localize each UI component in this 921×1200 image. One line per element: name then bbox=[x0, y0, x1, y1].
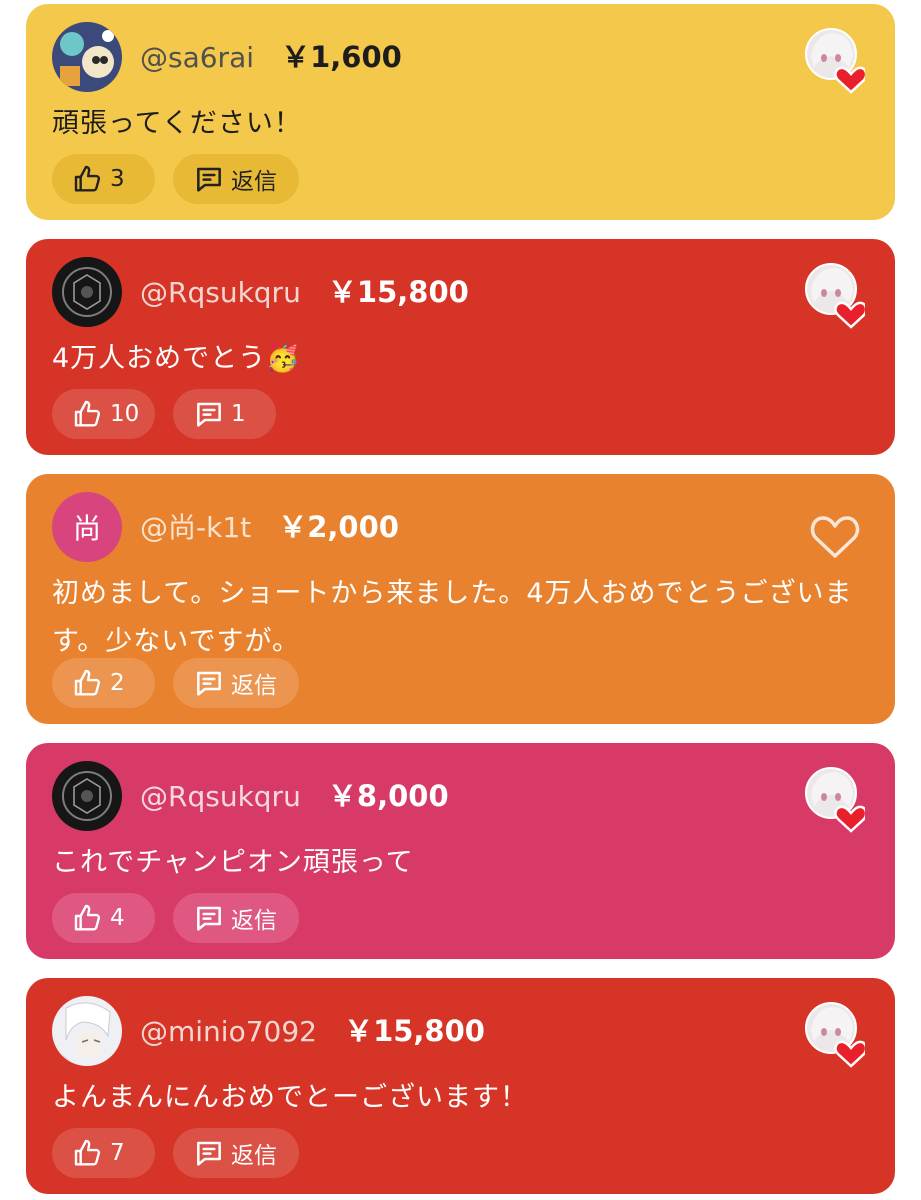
heart-icon bbox=[834, 66, 868, 94]
reply-label: 返信 bbox=[231, 908, 277, 934]
thumbs-up-icon bbox=[74, 1139, 101, 1166]
like-button[interactable]: 3 bbox=[52, 154, 155, 204]
comment-icon bbox=[197, 906, 221, 931]
like-count: 4 bbox=[110, 905, 125, 931]
comment-actions: 7 返信 bbox=[52, 1128, 299, 1178]
heart-icon bbox=[834, 1040, 868, 1068]
thumbs-up-icon bbox=[74, 669, 101, 696]
like-count: 2 bbox=[110, 670, 125, 696]
user-avatar[interactable] bbox=[52, 257, 122, 327]
comment-text: これでチャンピオン頑張って bbox=[52, 847, 414, 878]
reply-button[interactable]: 返信 bbox=[173, 1128, 299, 1178]
super-chat-card: @minio7092 ￥15,800 よんまんにんおめでとーございます！ 7 返… bbox=[26, 978, 895, 1194]
heart-outline-button[interactable] bbox=[805, 512, 865, 578]
creator-heart-badge[interactable] bbox=[805, 767, 868, 833]
comment-text: 頑張ってください！ bbox=[52, 108, 302, 139]
tip-amount: ￥15,800 bbox=[344, 1014, 485, 1048]
reply-label: 返信 bbox=[231, 169, 277, 195]
reply-button[interactable]: 1 bbox=[173, 389, 276, 439]
comment-actions: 4 返信 bbox=[52, 893, 299, 943]
thumbs-up-icon bbox=[74, 165, 101, 192]
user-avatar[interactable]: 尚 bbox=[52, 492, 122, 562]
comment-text: よんまんにんおめでとーございます！ bbox=[52, 1082, 528, 1113]
like-button[interactable]: 7 bbox=[52, 1128, 155, 1178]
comment-actions: 10 1 bbox=[52, 389, 276, 439]
comment-header: @sa6rai ￥1,600 bbox=[140, 36, 402, 78]
comment-icon bbox=[197, 1141, 221, 1166]
username-link[interactable]: @minio7092 bbox=[140, 1015, 317, 1048]
like-button[interactable]: 10 bbox=[52, 389, 155, 439]
comment-header: @Rqsukqru ￥15,800 bbox=[140, 271, 469, 313]
thumbs-up-icon bbox=[74, 904, 101, 931]
comment-header: @Rqsukqru ￥8,000 bbox=[140, 775, 449, 817]
creator-heart-badge[interactable] bbox=[805, 1002, 868, 1068]
comment-icon bbox=[197, 167, 221, 192]
comment-actions: 2 返信 bbox=[52, 658, 299, 708]
heart-outline-icon bbox=[810, 516, 860, 558]
username-link[interactable]: @尚-k1t bbox=[140, 511, 251, 544]
username-link[interactable]: @Rqsukqru bbox=[140, 276, 301, 309]
creator-heart-badge[interactable] bbox=[805, 263, 868, 329]
user-avatar[interactable] bbox=[52, 761, 122, 831]
comment-actions: 3 返信 bbox=[52, 154, 299, 204]
username-link[interactable]: @Rqsukqru bbox=[140, 780, 301, 813]
tip-amount: ￥15,800 bbox=[327, 275, 469, 309]
reply-button[interactable]: 返信 bbox=[173, 154, 299, 204]
reply-label: 返信 bbox=[231, 1143, 277, 1169]
comment-header: @尚-k1t ￥2,000 bbox=[140, 506, 399, 548]
like-count: 3 bbox=[110, 166, 125, 192]
user-avatar[interactable] bbox=[52, 996, 122, 1066]
reply-count: 1 bbox=[231, 401, 246, 427]
super-chat-card: 尚 @尚-k1t ￥2,000 初めまして。ショートから来ました。4万人おめでと… bbox=[26, 474, 895, 724]
super-chat-card: @Rqsukqru ￥15,800 4万人おめでとう🥳 10 1 bbox=[26, 239, 895, 455]
creator-heart-badge[interactable] bbox=[805, 28, 868, 94]
heart-icon bbox=[834, 301, 868, 329]
like-count: 7 bbox=[110, 1140, 125, 1166]
reply-button[interactable]: 返信 bbox=[173, 893, 299, 943]
tip-amount: ￥2,000 bbox=[278, 510, 399, 544]
like-button[interactable]: 2 bbox=[52, 658, 155, 708]
reply-button[interactable]: 返信 bbox=[173, 658, 299, 708]
heart-icon bbox=[834, 805, 868, 833]
comment-text: 初めまして。ショートから来ました。4万人おめでとうございます。少ないですが。 bbox=[52, 578, 853, 657]
tip-amount: ￥8,000 bbox=[327, 779, 449, 813]
like-button[interactable]: 4 bbox=[52, 893, 155, 943]
username-link[interactable]: @sa6rai bbox=[140, 41, 254, 74]
comment-icon bbox=[197, 402, 221, 427]
reply-label: 返信 bbox=[231, 673, 277, 699]
super-chat-card: @Rqsukqru ￥8,000 これでチャンピオン頑張って 4 返信 bbox=[26, 743, 895, 959]
tip-amount: ￥1,600 bbox=[281, 40, 402, 74]
user-avatar[interactable] bbox=[52, 22, 122, 92]
comment-icon bbox=[197, 671, 221, 696]
like-count: 10 bbox=[110, 401, 140, 427]
avatar-initial: 尚 bbox=[72, 512, 101, 545]
super-chat-card: @sa6rai ￥1,600 頑張ってください！ 3 返信 bbox=[26, 4, 895, 220]
comment-header: @minio7092 ￥15,800 bbox=[140, 1010, 485, 1052]
comment-text: 4万人おめでとう🥳 bbox=[52, 343, 301, 374]
thumbs-up-icon bbox=[74, 400, 101, 427]
